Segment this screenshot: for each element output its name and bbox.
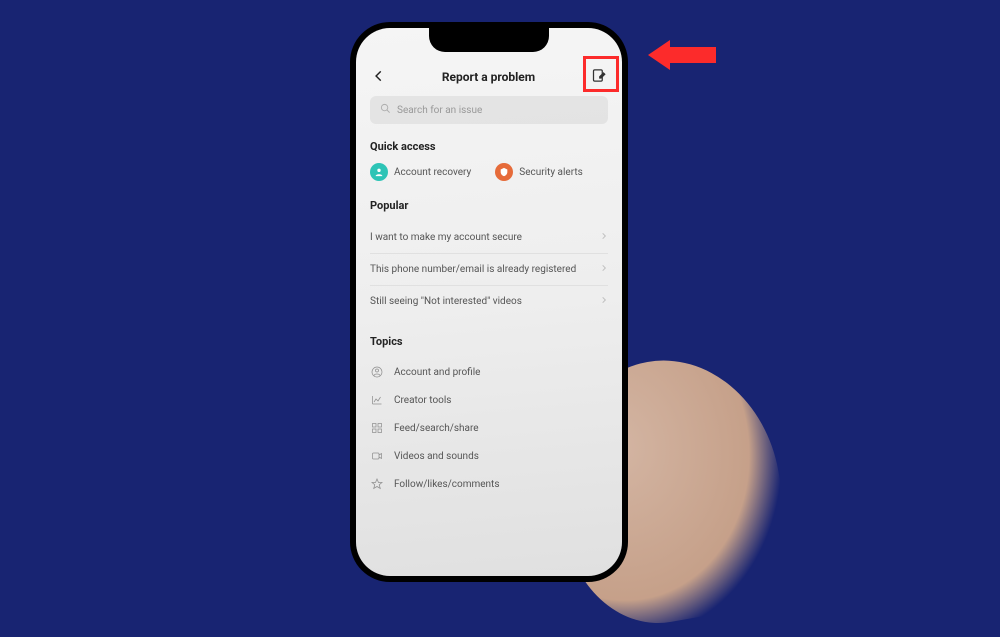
page-title: Report a problem [442,70,535,84]
person-icon [370,163,388,181]
chevron-right-icon [600,232,608,243]
topics-title: Topics [370,335,608,348]
popular-list: I want to make my account secure This ph… [370,222,608,317]
arrow-shaft [670,47,716,63]
quick-item-label: Security alerts [519,167,583,178]
chevron-right-icon [600,296,608,307]
star-icon [370,478,384,490]
back-icon[interactable] [372,69,386,86]
highlight-box [583,56,619,92]
topic-item-label: Follow/likes/comments [394,479,500,490]
quick-access-title: Quick access [370,140,608,153]
phone-frame: Report a problem Search for an issue Qui… [350,22,628,582]
popular-item[interactable]: I want to make my account secure [370,222,608,254]
quick-item-label: Account recovery [394,167,471,178]
topic-item-label: Feed/search/share [394,423,479,434]
popular-item-label: This phone number/email is already regis… [370,264,576,275]
topic-item-creator[interactable]: Creator tools [370,386,608,414]
search-icon [380,103,391,117]
video-icon [370,450,384,462]
arrow-head-icon [648,40,670,70]
phone-notch [429,28,549,52]
popular-item-label: I want to make my account secure [370,232,522,243]
popular-item[interactable]: This phone number/email is already regis… [370,254,608,286]
topics-list: Account and profile Creator tools Feed/s… [370,358,608,498]
chevron-right-icon [600,264,608,275]
quick-item-account-recovery[interactable]: Account recovery [370,163,471,181]
shield-icon [495,163,513,181]
topic-item-feed[interactable]: Feed/search/share [370,414,608,442]
popular-item-label: Still seeing "Not interested" videos [370,296,522,307]
user-circle-icon [370,366,384,378]
screen-content: Report a problem Search for an issue Qui… [356,28,622,508]
topic-item-label: Videos and sounds [394,451,479,462]
quick-access-row: Account recovery Security alerts [370,163,608,181]
topic-item-follow[interactable]: Follow/likes/comments [370,470,608,498]
topic-item-label: Account and profile [394,367,480,378]
phone-screen: Report a problem Search for an issue Qui… [356,28,622,576]
topic-item-account[interactable]: Account and profile [370,358,608,386]
topic-item-label: Creator tools [394,395,451,406]
popular-item[interactable]: Still seeing "Not interested" videos [370,286,608,317]
quick-item-security-alerts[interactable]: Security alerts [495,163,583,181]
header-bar: Report a problem [370,62,608,96]
grid-icon [370,422,384,434]
popular-title: Popular [370,199,608,212]
search-placeholder: Search for an issue [397,105,482,116]
chart-icon [370,394,384,406]
search-input[interactable]: Search for an issue [370,96,608,124]
topic-item-videos[interactable]: Videos and sounds [370,442,608,470]
callout-arrow [648,40,716,70]
